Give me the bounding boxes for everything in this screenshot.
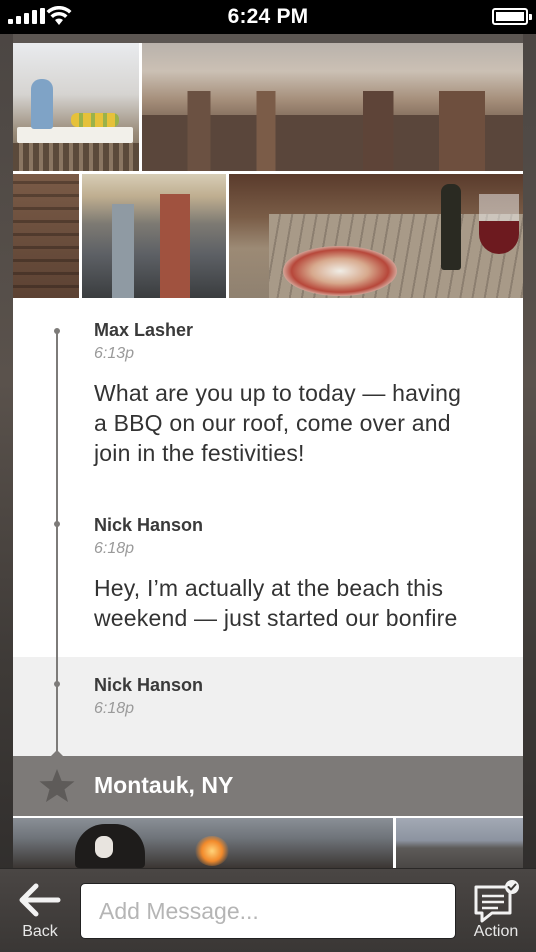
street-view-photo[interactable]	[82, 174, 226, 298]
status-bar: 6:24 PM	[0, 0, 536, 34]
photo-detail	[71, 113, 119, 127]
battery-fill	[496, 12, 524, 21]
action-button[interactable]: Action	[466, 879, 526, 945]
star-icon	[39, 769, 75, 802]
photo-detail	[142, 91, 523, 171]
message-sender: Nick Hanson	[94, 515, 204, 535]
photo-detail	[441, 184, 461, 270]
city-skyline-photo[interactable]	[142, 43, 523, 171]
message-time: 6:18p	[94, 540, 135, 557]
battery-icon	[492, 8, 532, 25]
photo-detail	[13, 174, 79, 298]
photo-detail	[75, 824, 145, 868]
message-sender: Nick Hanson	[94, 675, 204, 695]
photo-detail	[31, 79, 53, 129]
location-checkin[interactable]: Montauk, NY	[13, 750, 523, 816]
card-top-strip	[13, 34, 523, 43]
message-input[interactable]	[80, 883, 456, 939]
photo-detail	[479, 194, 519, 254]
bottom-toolbar: Back Action	[0, 868, 536, 952]
status-time: 6:24 PM	[227, 5, 309, 28]
action-label: Action	[473, 923, 519, 940]
timeline-pointer	[51, 750, 63, 756]
message-sender: Max Lasher	[94, 320, 194, 340]
back-arrow-icon	[19, 883, 61, 917]
conversation-card[interactable]: Max Lasher 6:13p What are you up to toda…	[13, 34, 523, 868]
beach-horizon-photo[interactable]	[396, 818, 523, 868]
message-time: 6:18p	[94, 700, 135, 717]
photo-detail	[17, 127, 133, 143]
building-facade-photo[interactable]	[13, 174, 79, 298]
message-line: What are you up to today — having	[94, 380, 462, 406]
message-item[interactable]: Nick Hanson 6:18p Hey, I’m actually at t…	[13, 493, 523, 657]
message-time: 6:13p	[94, 345, 135, 362]
message-line: Hey, I’m actually at the beach this	[94, 575, 444, 601]
photo-detail	[13, 143, 139, 171]
photo-detail	[195, 836, 229, 866]
timeline-line	[56, 331, 58, 751]
message-item[interactable]: Max Lasher 6:13p What are you up to toda…	[13, 298, 523, 493]
photo-detail	[283, 246, 397, 296]
chat-check-icon	[474, 880, 519, 923]
photo-detail	[160, 194, 190, 298]
message-text: Hey, I’m actually at the beach this week…	[94, 573, 504, 633]
back-label: Back	[22, 923, 58, 940]
photo-detail	[112, 204, 134, 298]
message-text: What are you up to today — having a BBQ …	[94, 378, 504, 468]
rooftop-table-photo[interactable]	[13, 43, 139, 171]
message-line: weekend — just started our bonfire	[94, 605, 458, 631]
location-label: Montauk, NY	[94, 772, 234, 798]
bbq-spread-photo[interactable]	[229, 174, 523, 298]
message-item[interactable]: Nick Hanson 6:18p	[13, 657, 523, 756]
back-button[interactable]: Back	[10, 881, 70, 945]
message-line: a BBQ on our roof, come over and	[94, 410, 451, 436]
message-line: join in the festivities!	[94, 440, 305, 466]
dog-bonfire-photo[interactable]	[13, 818, 393, 868]
